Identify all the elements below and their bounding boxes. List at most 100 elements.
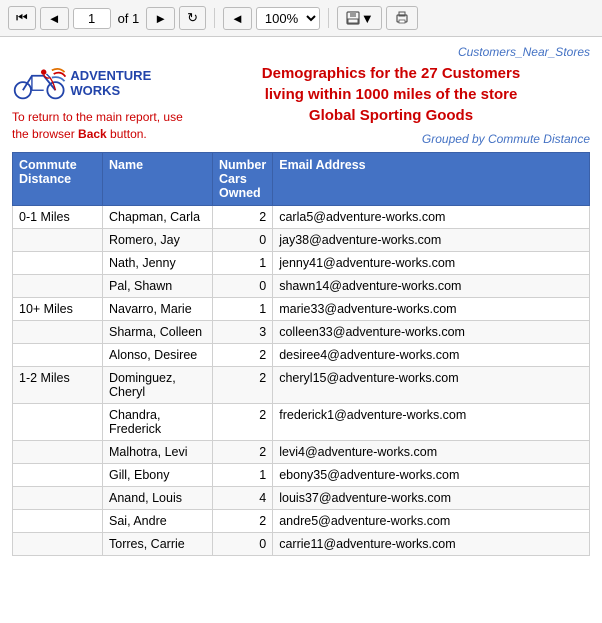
- cell-name: Nath, Jenny: [103, 252, 213, 275]
- logo-area: ADVENTURE WORKS To return to the main re…: [12, 63, 192, 143]
- cell-email: carrie11@adventure-works.com: [273, 533, 590, 556]
- table-row: Gill, Ebony1ebony35@adventure-works.com: [13, 464, 590, 487]
- cell-name: Romero, Jay: [103, 229, 213, 252]
- logo: ADVENTURE WORKS: [12, 63, 192, 103]
- cell-cars: 2: [213, 404, 273, 441]
- cell-name: Alonso, Desiree: [103, 344, 213, 367]
- cell-email: jay38@adventure-works.com: [273, 229, 590, 252]
- table-row: Sharma, Colleen3colleen33@adventure-work…: [13, 321, 590, 344]
- print-button[interactable]: [386, 6, 418, 30]
- toolbar: ⏮ ◄ 1 of 1 ► ↻ ◄ 100% 25% 50% 75% 150% 2…: [0, 0, 602, 37]
- cell-name: Dominguez, Cheryl: [103, 367, 213, 404]
- table-row: Pal, Shawn0shawn14@adventure-works.com: [13, 275, 590, 298]
- cell-cars: 3: [213, 321, 273, 344]
- cell-name: Chandra, Frederick: [103, 404, 213, 441]
- cell-email: cheryl15@adventure-works.com: [273, 367, 590, 404]
- cell-cars: 0: [213, 275, 273, 298]
- cell-commute: [13, 404, 103, 441]
- page-number-input[interactable]: 1: [73, 8, 111, 29]
- table-row: Romero, Jay0jay38@adventure-works.com: [13, 229, 590, 252]
- cell-cars: 1: [213, 252, 273, 275]
- toolbar-separator-1: [214, 8, 215, 28]
- cell-commute: [13, 344, 103, 367]
- cell-cars: 0: [213, 533, 273, 556]
- col-header-cars: Number Cars Owned: [213, 153, 273, 206]
- cell-name: Navarro, Marie: [103, 298, 213, 321]
- report-link[interactable]: Customers_Near_Stores: [12, 45, 590, 59]
- cell-email: marie33@adventure-works.com: [273, 298, 590, 321]
- cell-cars: 2: [213, 441, 273, 464]
- cell-commute: 10+ Miles: [13, 298, 103, 321]
- customers-near-stores-link[interactable]: Customers_Near_Stores: [458, 45, 590, 59]
- table-row: 1-2 MilesDominguez, Cheryl2cheryl15@adve…: [13, 367, 590, 404]
- cell-email: frederick1@adventure-works.com: [273, 404, 590, 441]
- first-page-button[interactable]: ⏮: [8, 6, 36, 30]
- table-row: Alonso, Desiree2desiree4@adventure-works…: [13, 344, 590, 367]
- cell-name: Anand, Louis: [103, 487, 213, 510]
- cell-name: Sharma, Colleen: [103, 321, 213, 344]
- col-header-email: Email Address: [273, 153, 590, 206]
- col-header-name: Name: [103, 153, 213, 206]
- cell-commute: [13, 441, 103, 464]
- report-title: Demographics for the 27 Customers living…: [192, 63, 590, 126]
- col-header-commute: Commute Distance: [13, 153, 103, 206]
- cell-commute: [13, 464, 103, 487]
- cell-cars: 2: [213, 206, 273, 229]
- cell-commute: [13, 229, 103, 252]
- table-header-row: Commute Distance Name Number Cars Owned …: [13, 153, 590, 206]
- cell-cars: 1: [213, 464, 273, 487]
- cell-email: ebony35@adventure-works.com: [273, 464, 590, 487]
- cell-commute: 1-2 Miles: [13, 367, 103, 404]
- logo-text: ADVENTURE WORKS: [70, 68, 192, 98]
- logo-bike-icon: [12, 63, 66, 103]
- table-row: 10+ MilesNavarro, Marie1marie33@adventur…: [13, 298, 590, 321]
- save-button[interactable]: ▼: [337, 6, 382, 30]
- zoom-select[interactable]: 100% 25% 50% 75% 150% 200%: [256, 7, 320, 30]
- cell-cars: 2: [213, 510, 273, 533]
- cell-email: shawn14@adventure-works.com: [273, 275, 590, 298]
- return-note: To return to the main report, use the br…: [12, 109, 192, 143]
- cell-commute: [13, 510, 103, 533]
- cell-commute: [13, 275, 103, 298]
- cell-commute: [13, 533, 103, 556]
- table-row: 0-1 MilesChapman, Carla2carla5@adventure…: [13, 206, 590, 229]
- cell-email: andre5@adventure-works.com: [273, 510, 590, 533]
- print-icon: [394, 10, 410, 26]
- toolbar-separator-2: [328, 8, 329, 28]
- cell-email: louis37@adventure-works.com: [273, 487, 590, 510]
- cell-name: Malhotra, Levi: [103, 441, 213, 464]
- refresh-button[interactable]: ↻: [179, 6, 206, 30]
- cell-commute: [13, 252, 103, 275]
- cell-commute: 0-1 Miles: [13, 206, 103, 229]
- back-nav-button[interactable]: ◄: [223, 7, 252, 30]
- header-section: ADVENTURE WORKS To return to the main re…: [12, 63, 590, 146]
- data-table: Commute Distance Name Number Cars Owned …: [12, 152, 590, 556]
- table-row: Nath, Jenny1jenny41@adventure-works.com: [13, 252, 590, 275]
- cell-name: Chapman, Carla: [103, 206, 213, 229]
- cell-email: levi4@adventure-works.com: [273, 441, 590, 464]
- report-area: Customers_Near_Stores: [0, 37, 602, 568]
- cell-cars: 4: [213, 487, 273, 510]
- table-row: Chandra, Frederick2frederick1@adventure-…: [13, 404, 590, 441]
- cell-name: Sai, Andre: [103, 510, 213, 533]
- cell-email: colleen33@adventure-works.com: [273, 321, 590, 344]
- table-row: Torres, Carrie0carrie11@adventure-works.…: [13, 533, 590, 556]
- cell-email: jenny41@adventure-works.com: [273, 252, 590, 275]
- cell-commute: [13, 487, 103, 510]
- table-row: Sai, Andre2andre5@adventure-works.com: [13, 510, 590, 533]
- cell-cars: 2: [213, 367, 273, 404]
- cell-cars: 1: [213, 298, 273, 321]
- grouped-by-label: Grouped by Commute Distance: [192, 132, 590, 146]
- cell-name: Pal, Shawn: [103, 275, 213, 298]
- cell-commute: [13, 321, 103, 344]
- next-page-button[interactable]: ►: [146, 7, 175, 30]
- cell-name: Gill, Ebony: [103, 464, 213, 487]
- page-of-label: of 1: [118, 11, 140, 26]
- prev-page-button[interactable]: ◄: [40, 7, 69, 30]
- cell-email: carla5@adventure-works.com: [273, 206, 590, 229]
- cell-name: Torres, Carrie: [103, 533, 213, 556]
- cell-cars: 0: [213, 229, 273, 252]
- save-icon: [345, 10, 361, 26]
- report-title-area: Demographics for the 27 Customers living…: [192, 63, 590, 146]
- cell-email: desiree4@adventure-works.com: [273, 344, 590, 367]
